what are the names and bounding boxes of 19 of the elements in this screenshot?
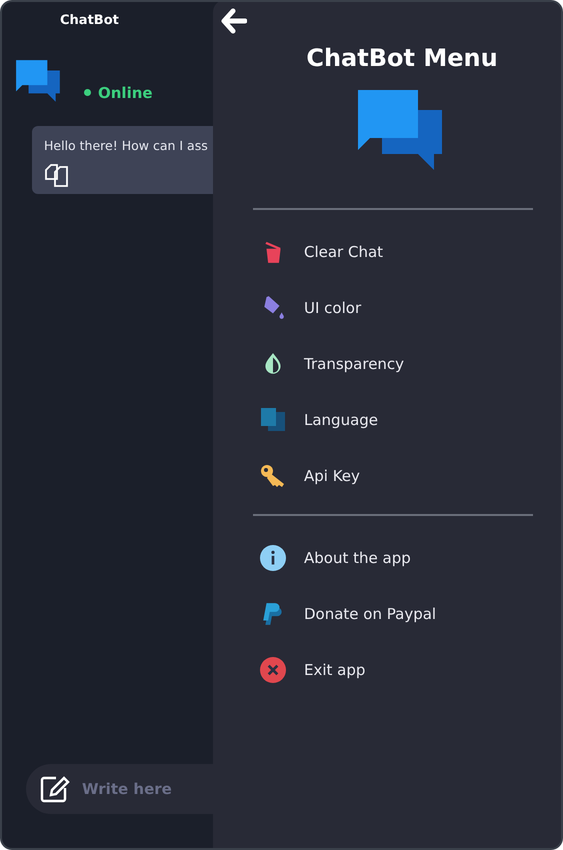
close-icon (260, 657, 286, 683)
back-button[interactable] (221, 8, 247, 34)
menu-item[interactable]: About the app (213, 530, 561, 586)
menu-item[interactable]: Donate on Paypal (213, 586, 561, 642)
menu-item[interactable]: Language (213, 392, 561, 448)
key-icon (260, 463, 286, 489)
message-text: Hello there! How can I ass (44, 138, 208, 153)
menu-title: ChatBot Menu (305, 44, 499, 72)
menu-item[interactable]: Clear Chat (213, 224, 561, 280)
menu-item[interactable]: Api Key (213, 448, 561, 504)
online-status: Online (98, 84, 153, 102)
menu-item[interactable]: UI color (213, 280, 561, 336)
info-icon (260, 545, 286, 571)
app-title: ChatBot (60, 13, 119, 28)
menu-item[interactable]: Exit app (213, 642, 561, 698)
menu-item[interactable]: Transparency (213, 336, 561, 392)
copy-icon[interactable] (44, 162, 70, 188)
message-input[interactable]: Write here (82, 780, 192, 798)
status-dot (84, 89, 91, 96)
